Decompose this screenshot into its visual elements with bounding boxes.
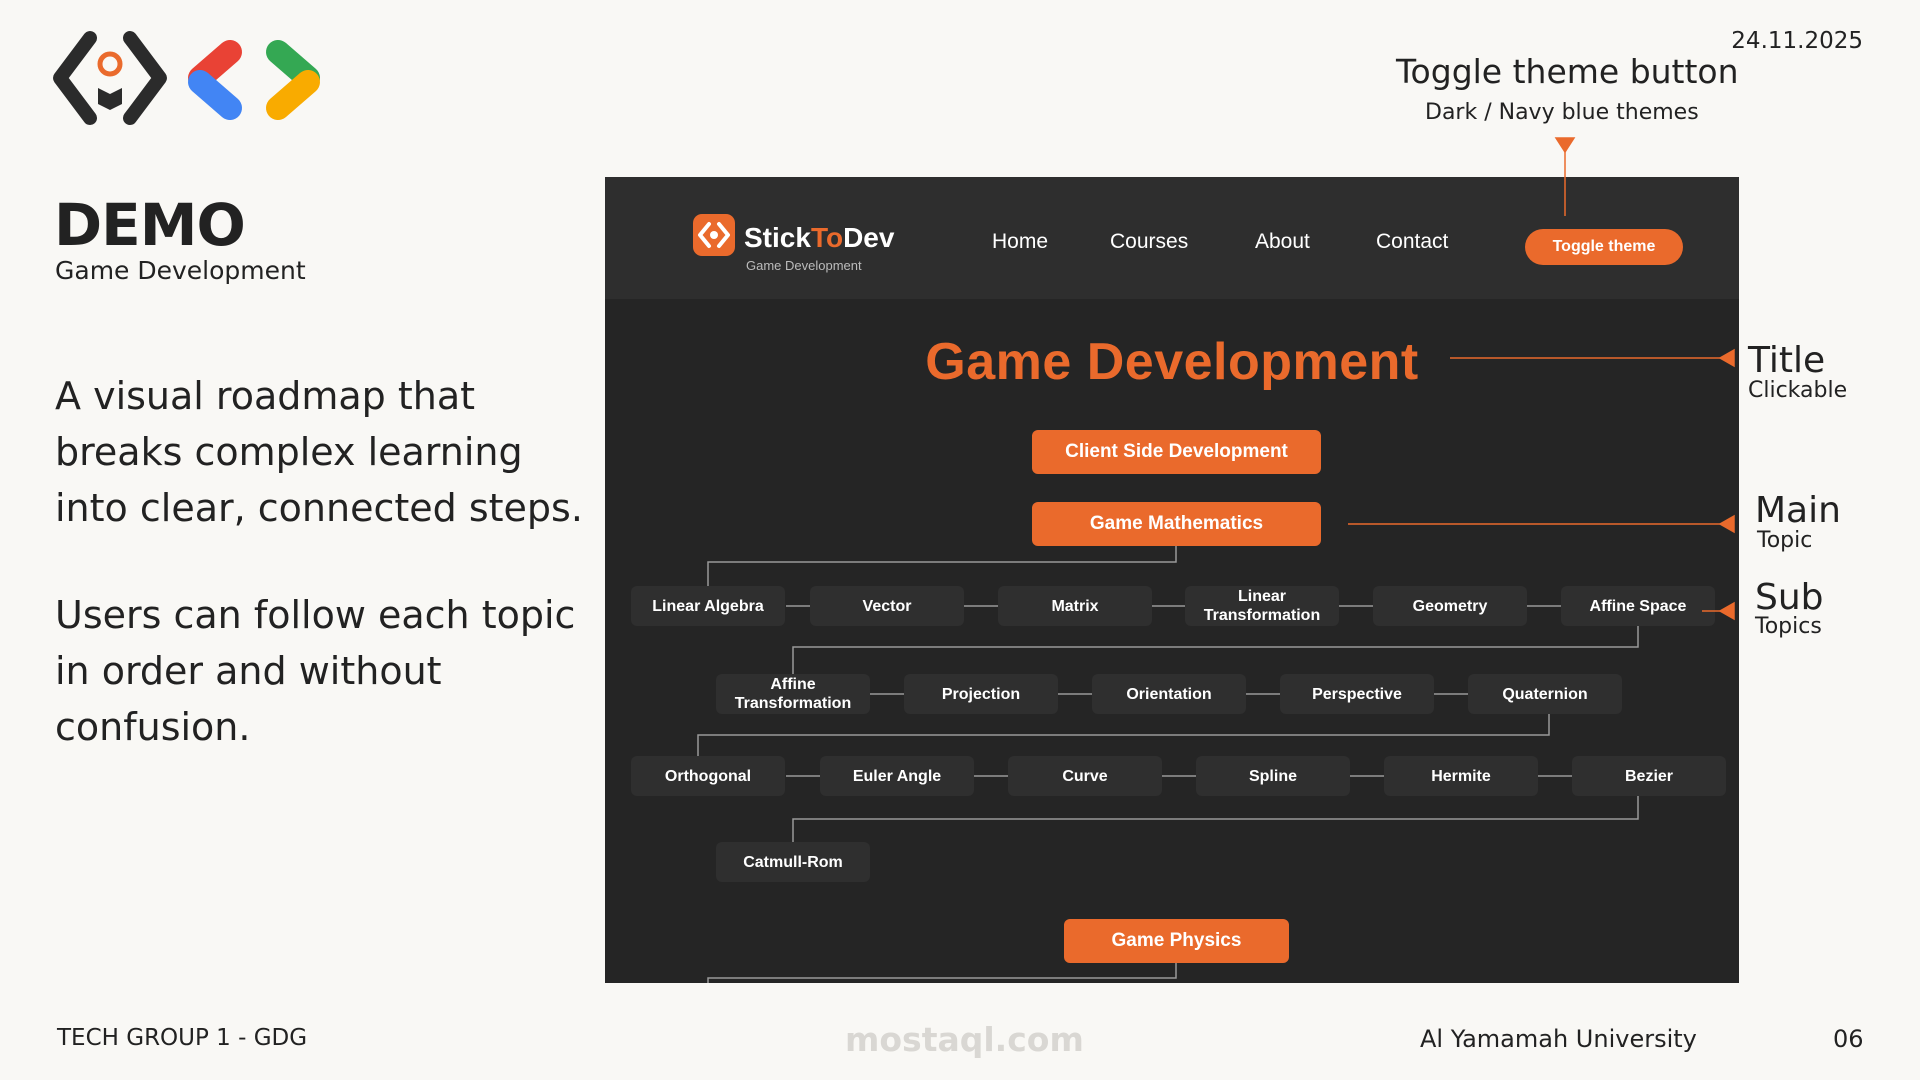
slide-paragraph-2: Users can follow each topic in order and…	[55, 593, 576, 749]
sub-topic-projection[interactable]: Projection	[904, 674, 1058, 714]
annotation-toggle-subtitle: Dark / Navy blue themes	[1425, 100, 1699, 125]
sub-topic-geometry[interactable]: Geometry	[1373, 586, 1527, 626]
footer-watermark: mostaql.com	[845, 1020, 1084, 1059]
sub-topic-quaternion[interactable]: Quaternion	[1468, 674, 1622, 714]
slide-heading: DEMO	[54, 191, 246, 259]
sub-topic-matrix[interactable]: Matrix	[998, 586, 1152, 626]
annotation-toggle-title: Toggle theme button	[1396, 52, 1739, 91]
code-brackets-logo-icon	[53, 31, 167, 125]
slide-subheading: Game Development	[55, 256, 306, 285]
page-number: 06	[1833, 1025, 1864, 1053]
sub-topic-euler-angle[interactable]: Euler Angle	[820, 756, 974, 796]
annotation-title-title: Title	[1748, 340, 1826, 381]
slide-paragraph-1: A visual roadmap that breaks complex lea…	[55, 374, 583, 530]
footer-university: Al Yamamah University	[1420, 1025, 1697, 1053]
annotation-main-title: Main	[1755, 490, 1841, 531]
main-topic-client-side-development[interactable]: Client Side Development	[1032, 430, 1321, 474]
sub-topic-orthogonal[interactable]: Orthogonal	[631, 756, 785, 796]
sub-topic-linear-transformation[interactable]: Linear Transformation	[1185, 586, 1339, 626]
sub-topic-linear-algebra[interactable]: Linear Algebra	[631, 586, 785, 626]
sub-topic-spline[interactable]: Spline	[1196, 756, 1350, 796]
annotation-title-subtitle: Clickable	[1748, 378, 1848, 403]
sub-topic-affine-space[interactable]: Affine Space	[1561, 586, 1715, 626]
logos	[53, 31, 320, 125]
annotation-sub-subtitle: Topics	[1755, 614, 1822, 639]
sub-topic-perspective[interactable]: Perspective	[1280, 674, 1434, 714]
sub-topic-affine-transformation[interactable]: Affine Transformation	[716, 674, 870, 714]
main-topic-game-mathematics[interactable]: Game Mathematics	[1032, 502, 1321, 546]
slide-date: 24.11.2025	[1731, 28, 1863, 54]
footer-group: TECH GROUP 1 - GDG	[57, 1025, 308, 1051]
main-topic-game-physics[interactable]: Game Physics	[1064, 919, 1289, 963]
sub-topic-vector[interactable]: Vector	[810, 586, 964, 626]
annotation-main-subtitle: Topic	[1757, 528, 1813, 553]
annotation-sub-title: Sub	[1755, 577, 1824, 618]
sub-topic-curve[interactable]: Curve	[1008, 756, 1162, 796]
sub-topic-hermite[interactable]: Hermite	[1384, 756, 1538, 796]
roadmap-title[interactable]: Game Development	[605, 332, 1739, 392]
sub-topic-catmull-rom[interactable]: Catmull-Rom	[716, 842, 870, 882]
app-screenshot: StickToDev Game Development Home Courses…	[605, 177, 1739, 983]
gdg-logo-icon	[188, 40, 320, 120]
sub-topic-bezier[interactable]: Bezier	[1572, 756, 1726, 796]
sub-topic-orientation[interactable]: Orientation	[1092, 674, 1246, 714]
